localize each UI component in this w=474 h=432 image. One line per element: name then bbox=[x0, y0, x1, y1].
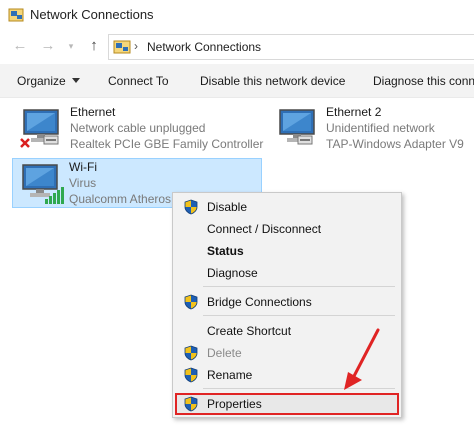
connection-adapter: TAP-Windows Adapter V9 bbox=[326, 137, 464, 151]
menu-item-label: Properties bbox=[207, 397, 262, 411]
window-title: Network Connections bbox=[30, 7, 154, 22]
uac-shield-icon bbox=[183, 396, 199, 412]
connection-name: Ethernet bbox=[70, 105, 116, 119]
uac-shield-icon bbox=[183, 345, 199, 361]
annotation-arrow-icon bbox=[344, 328, 380, 390]
chevron-down-icon bbox=[71, 78, 80, 83]
up-arrow-icon[interactable]: ↑ bbox=[86, 38, 102, 54]
ethernet-adapter-icon bbox=[20, 106, 70, 148]
back-arrow-icon[interactable]: ← bbox=[12, 38, 28, 54]
breadcrumb-network-connections[interactable]: Network Connections bbox=[147, 40, 261, 54]
title-bar: Network Connections bbox=[0, 0, 474, 30]
menu-separator bbox=[203, 286, 395, 287]
ethernet-text: Ethernet Network cable unplugged Realtek… bbox=[70, 104, 263, 152]
connection-status: Unidentified network bbox=[326, 121, 435, 135]
menu-item-label: Disable bbox=[207, 200, 248, 214]
network-folder-icon bbox=[113, 40, 131, 54]
recent-locations-chevron-down-icon[interactable]: ▾ bbox=[63, 38, 79, 54]
menu-item-diagnose[interactable]: Diagnose bbox=[173, 262, 401, 284]
uac-shield-icon bbox=[183, 367, 199, 383]
connect-to-button[interactable]: Connect To bbox=[108, 74, 169, 88]
connection-adapter: Realtek PCIe GBE Family Controller bbox=[70, 137, 264, 151]
connection-status: Virus bbox=[69, 176, 97, 190]
uac-shield-icon bbox=[183, 199, 199, 215]
menu-item-bridge-connections[interactable]: Bridge Connections bbox=[173, 291, 401, 313]
ethernet-2-text: Ethernet 2 Unidentified network TAP-Wind… bbox=[326, 104, 464, 152]
connection-status: Network cable unplugged bbox=[70, 121, 206, 135]
menu-item-label: Delete bbox=[207, 346, 242, 360]
ethernet-2-adapter-icon bbox=[274, 106, 326, 145]
breadcrumb-separator-icon: › bbox=[134, 39, 138, 53]
command-bar: Organize Connect To Disable this network… bbox=[0, 64, 474, 98]
disable-device-button[interactable]: Disable this network device bbox=[200, 74, 345, 88]
connection-adapter: Qualcomm Atheros bbox=[69, 192, 172, 206]
menu-item-disable[interactable]: Disable bbox=[173, 196, 401, 218]
connection-name: Ethernet 2 bbox=[326, 105, 382, 119]
menu-item-label: Diagnose bbox=[207, 266, 258, 280]
menu-separator bbox=[203, 315, 395, 316]
address-row: ← → ▾ ↑ › Network Connections bbox=[0, 30, 474, 64]
organize-label: Organize bbox=[17, 74, 66, 88]
menu-item-status[interactable]: Status bbox=[173, 240, 401, 262]
organize-button[interactable]: Organize bbox=[17, 74, 80, 88]
menu-item-label: Bridge Connections bbox=[207, 295, 312, 309]
menu-item-connect-disconnect[interactable]: Connect / Disconnect bbox=[173, 218, 401, 240]
menu-item-label: Connect / Disconnect bbox=[207, 222, 322, 236]
wifi-text: Wi-Fi Virus Qualcomm Atheros bbox=[69, 159, 171, 207]
menu-item-label: Create Shortcut bbox=[207, 324, 292, 338]
diagnose-connection-button[interactable]: Diagnose this conn bbox=[373, 74, 474, 88]
connection-item-ethernet[interactable]: Ethernet Network cable unplugged Realtek… bbox=[14, 104, 264, 154]
menu-item-properties[interactable]: Properties bbox=[175, 393, 399, 415]
menu-item-label: Status bbox=[207, 244, 244, 258]
address-bar[interactable]: › Network Connections bbox=[108, 34, 474, 60]
forward-arrow-icon[interactable]: → bbox=[40, 38, 56, 54]
connection-name: Wi-Fi bbox=[69, 160, 97, 174]
menu-item-label: Rename bbox=[207, 368, 253, 382]
network-connections-app-icon bbox=[8, 8, 24, 22]
connection-item-ethernet-2[interactable]: Ethernet 2 Unidentified network TAP-Wind… bbox=[270, 104, 474, 154]
wifi-adapter-icon bbox=[17, 161, 64, 204]
uac-shield-icon bbox=[183, 294, 199, 310]
